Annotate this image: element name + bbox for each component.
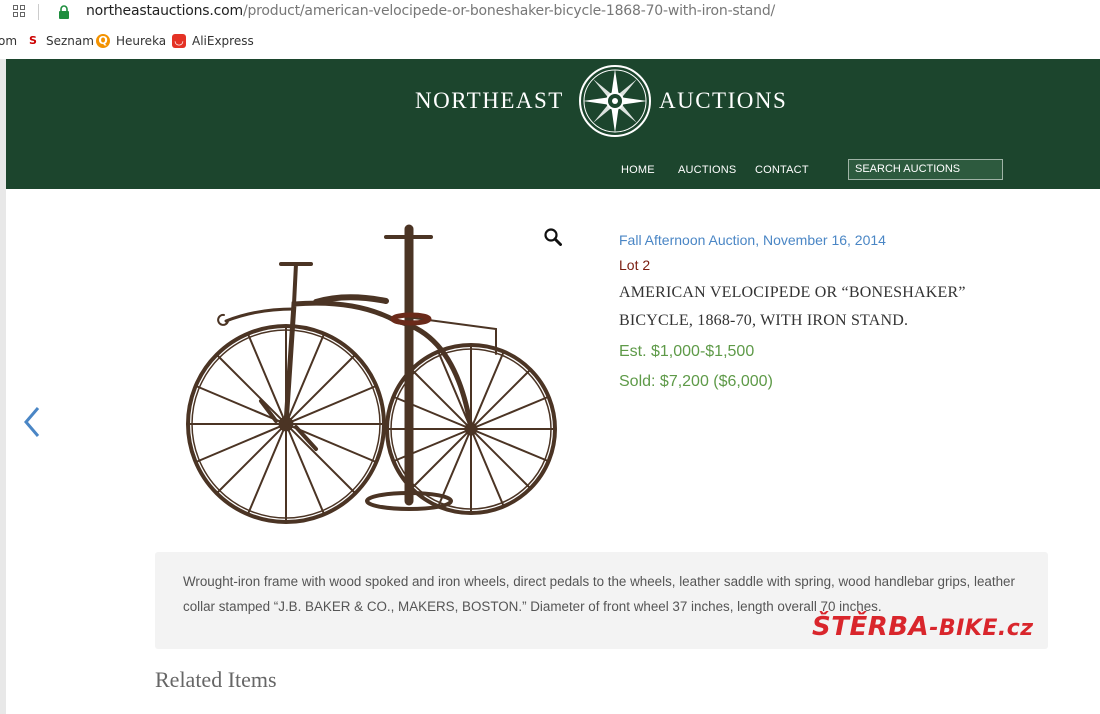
site-watermark: ŠTĚRBA-BIKE.cz xyxy=(812,612,1034,642)
auction-link[interactable]: Fall Afternoon Auction, November 16, 201… xyxy=(619,232,886,248)
bookmark-heureka[interactable]: Q Heureka xyxy=(96,34,166,48)
lot-number: Lot 2 xyxy=(619,257,651,273)
related-items-heading: Related Items xyxy=(155,667,277,692)
browser-address-bar: northeastauctions.com/product/american-v… xyxy=(0,0,1100,26)
site-header: NORTHEAST AUCTIONS HOME AUCTIONS CONTACT… xyxy=(6,59,1100,189)
magnifier-icon[interactable] xyxy=(544,228,562,246)
bookmark-label: Seznam xyxy=(46,34,94,48)
chevron-left-icon[interactable] xyxy=(22,404,44,440)
divider xyxy=(38,4,39,20)
bookmark-label: om xyxy=(0,34,18,48)
aliexpress-icon: ◡ xyxy=(172,34,186,48)
product-image[interactable] xyxy=(166,209,586,529)
nav-home[interactable]: HOME xyxy=(621,164,655,176)
bookmark-aliexpress[interactable]: ◡ AliExpress xyxy=(172,34,254,48)
logo-text-left[interactable]: NORTHEAST xyxy=(415,88,564,114)
url-host: northeastauctions.com xyxy=(86,3,243,19)
product-title: AMERICAN VELOCIPEDE OR “BONESHAKER” BICY… xyxy=(619,284,966,329)
heureka-icon: Q xyxy=(96,34,110,48)
bookmark-truncated[interactable]: om xyxy=(0,34,17,48)
sold-price: Sold: $7,200 ($6,000) xyxy=(619,373,773,390)
nav-contact[interactable]: CONTACT xyxy=(755,164,809,176)
estimate-price: Est. $1,000-$1,500 xyxy=(619,343,755,360)
bookmarks-bar: om S Seznam Q Heureka ◡ AliExpress xyxy=(0,30,1100,54)
bookmark-label: Heureka xyxy=(116,34,167,48)
bookmark-seznam[interactable]: S Seznam xyxy=(26,34,94,48)
seznam-icon: S xyxy=(29,34,37,47)
url-path: /product/american-velocipede-or-boneshak… xyxy=(242,3,776,19)
watermark-main: ŠTĚRBA xyxy=(812,612,930,642)
search-input[interactable]: SEARCH AUCTIONS xyxy=(848,159,1003,180)
nav-auctions[interactable]: AUCTIONS xyxy=(678,164,736,176)
lock-icon xyxy=(59,5,69,19)
apps-grid-icon[interactable] xyxy=(13,5,26,18)
bookmark-label: AliExpress xyxy=(192,34,254,48)
url-field[interactable]: northeastauctions.com/product/american-v… xyxy=(86,3,775,19)
compass-logo-icon[interactable] xyxy=(578,64,652,138)
logo-text-right[interactable]: AUCTIONS xyxy=(659,88,787,114)
watermark-suffix: -BIKE.cz xyxy=(929,616,1034,641)
